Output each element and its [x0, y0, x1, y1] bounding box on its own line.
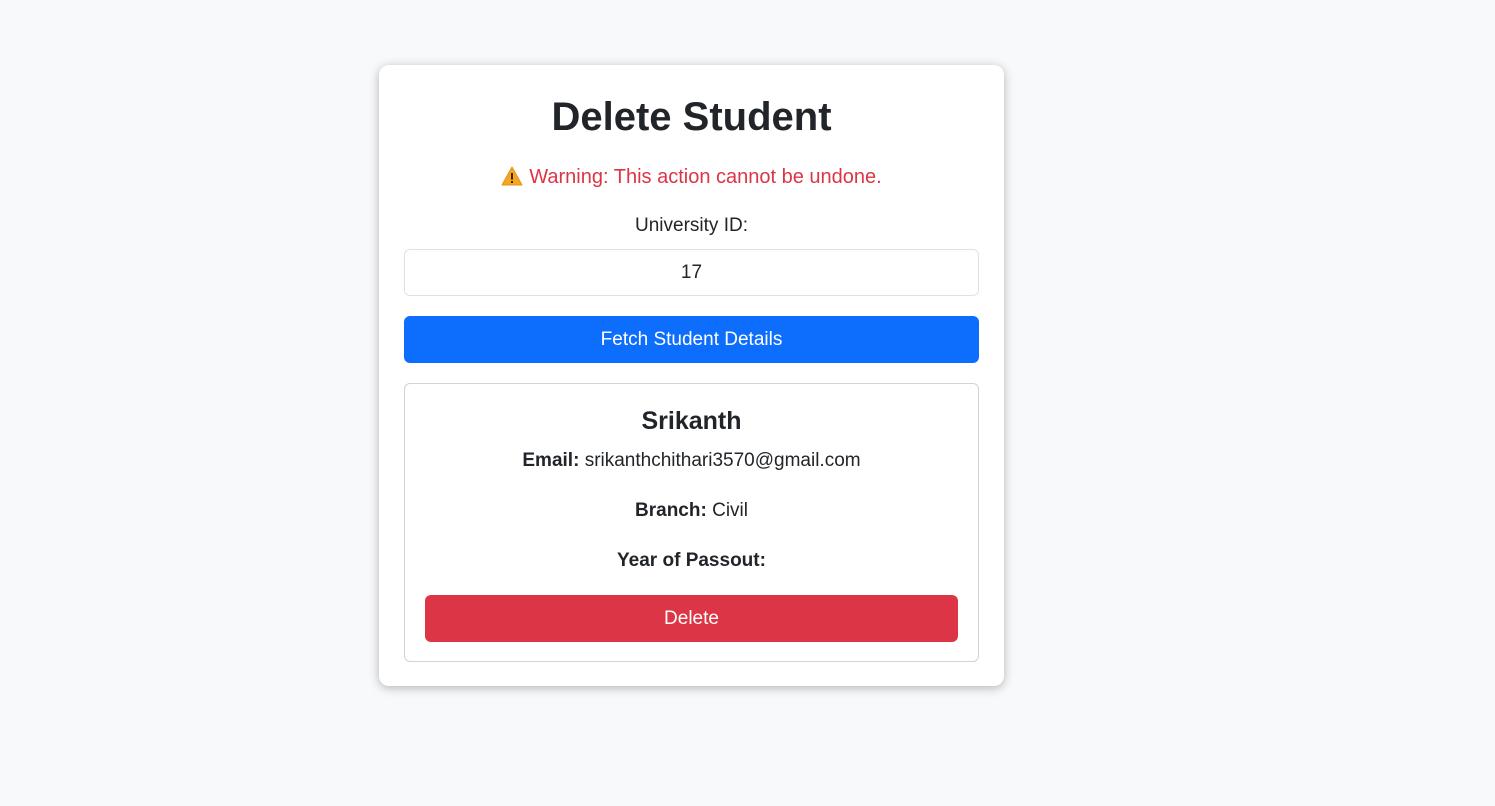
branch-value: Civil — [712, 500, 748, 521]
email-row: Email: srikanthchithari3570@gmail.com — [425, 448, 958, 474]
fetch-student-details-button[interactable]: Fetch Student Details — [404, 316, 979, 363]
warning-message: Warning: This action cannot be undone. — [404, 163, 979, 191]
delete-button[interactable]: Delete — [425, 595, 958, 642]
delete-student-card: Delete Student Warning: This action cann… — [379, 65, 1004, 686]
page-title: Delete Student — [551, 95, 832, 139]
year-of-passout-row: Year of Passout: — [425, 548, 958, 574]
student-name: Srikanth — [641, 407, 742, 435]
student-details-panel: Srikanth Email: srikanthchithari3570@gma… — [404, 383, 979, 662]
branch-row: Branch: Civil — [425, 498, 958, 524]
email-value: srikanthchithari3570@gmail.com — [584, 450, 861, 471]
university-id-label: University ID: — [635, 215, 748, 236]
year-of-passout-label: Year of Passout: — [617, 550, 766, 571]
email-label: Email: — [522, 450, 580, 471]
warning-icon — [501, 166, 523, 186]
university-id-input[interactable] — [404, 249, 979, 296]
branch-label: Branch: — [635, 500, 707, 521]
warning-text: Warning: This action cannot be undone. — [529, 166, 882, 188]
